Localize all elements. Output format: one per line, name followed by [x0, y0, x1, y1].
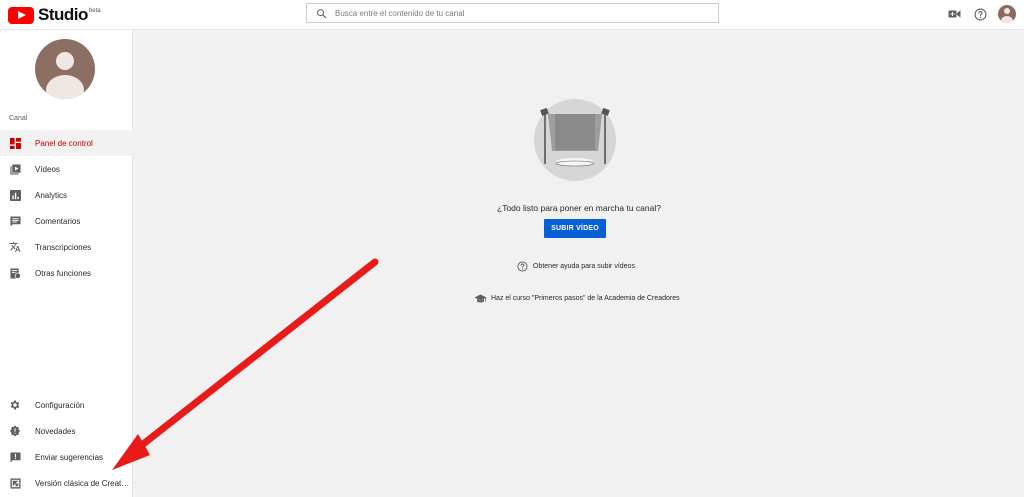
sidebar-bottom-nav: Configuración Novedades Enviar sugerenci…: [0, 392, 133, 496]
top-right-actions: [946, 4, 1016, 24]
sidebar-nav: Panel de control Vídeos Analytics Coment…: [0, 130, 133, 286]
other-features-icon: [9, 267, 21, 279]
sidebar-item-label: Enviar sugerencias: [35, 452, 104, 462]
sidebar-item-other-features[interactable]: Otras funciones: [0, 260, 133, 286]
upload-video-button[interactable]: SUBIR VÍDEO: [544, 219, 606, 238]
sidebar-item-comments[interactable]: Comentarios: [0, 208, 133, 234]
dashboard-icon: [9, 137, 21, 149]
sidebar-item-label: Versión clásica de Creat…: [35, 478, 130, 488]
search-input[interactable]: [335, 8, 705, 18]
sidebar-item-label: Otras funciones: [35, 268, 92, 278]
sidebar-item-classic-studio[interactable]: Versión clásica de Creat…: [0, 470, 133, 496]
search-box[interactable]: [306, 3, 719, 23]
help-icon[interactable]: [972, 6, 988, 22]
graduation-cap-icon: [474, 293, 487, 304]
sidebar-item-label: Comentarios: [35, 216, 81, 226]
sidebar-item-label: Configuración: [35, 400, 85, 410]
sidebar-item-transcriptions[interactable]: Transcripciones: [0, 234, 133, 260]
creator-academy-link[interactable]: Haz el curso "Primeros pasos" de la Acad…: [474, 293, 680, 304]
channel-label: Canal: [9, 115, 28, 122]
upload-help-link[interactable]: Obtener ayuda para subir vídeos: [517, 261, 635, 272]
sidebar-item-send-feedback[interactable]: Enviar sugerencias: [0, 444, 133, 470]
sidebar-item-label: Vídeos: [35, 164, 60, 174]
videos-icon: [9, 163, 21, 175]
creator-academy-text: Haz el curso "Primeros pasos" de la Acad…: [491, 295, 680, 302]
sidebar-item-settings[interactable]: Configuración: [0, 392, 133, 418]
logo-text: Studio: [38, 5, 88, 24]
search-icon: [307, 4, 335, 22]
help-circle-icon: [517, 261, 528, 272]
account-avatar[interactable]: [998, 5, 1016, 23]
classic-studio-icon: [9, 477, 21, 489]
feedback-icon: [9, 451, 21, 463]
sidebar-item-whats-new[interactable]: Novedades: [0, 418, 133, 444]
studio-logo[interactable]: Studio beta: [8, 5, 101, 25]
sidebar-item-label: Transcripciones: [35, 242, 92, 252]
dashboard-main: ¿Todo listo para poner en marcha tu cana…: [134, 30, 1024, 497]
top-bar: Studio beta: [0, 0, 1024, 30]
empty-state-prompt: ¿Todo listo para poner en marcha tu cana…: [497, 203, 661, 213]
sidebar-item-analytics[interactable]: Analytics: [0, 182, 133, 208]
upload-help-text: Obtener ayuda para subir vídeos: [533, 263, 635, 270]
sidebar-item-dashboard[interactable]: Panel de control: [0, 130, 133, 156]
translate-icon: [9, 241, 21, 253]
youtube-play-icon: [8, 6, 34, 24]
alert-badge-icon: [9, 425, 21, 437]
sidebar: Canal Panel de control Vídeos Analytics: [0, 30, 133, 497]
analytics-icon: [9, 189, 21, 201]
studio-illustration: [534, 99, 616, 181]
sidebar-item-label: Panel de control: [35, 138, 93, 148]
logo-beta-badge: beta: [88, 7, 101, 14]
comments-icon: [9, 215, 21, 227]
youtube-studio-app: Studio beta Canal: [0, 0, 1024, 497]
create-video-icon[interactable]: [946, 6, 962, 22]
channel-avatar[interactable]: [35, 39, 95, 99]
sidebar-item-label: Novedades: [35, 426, 76, 436]
sidebar-item-label: Analytics: [35, 190, 68, 200]
gear-icon: [9, 399, 21, 411]
sidebar-item-videos[interactable]: Vídeos: [0, 156, 133, 182]
